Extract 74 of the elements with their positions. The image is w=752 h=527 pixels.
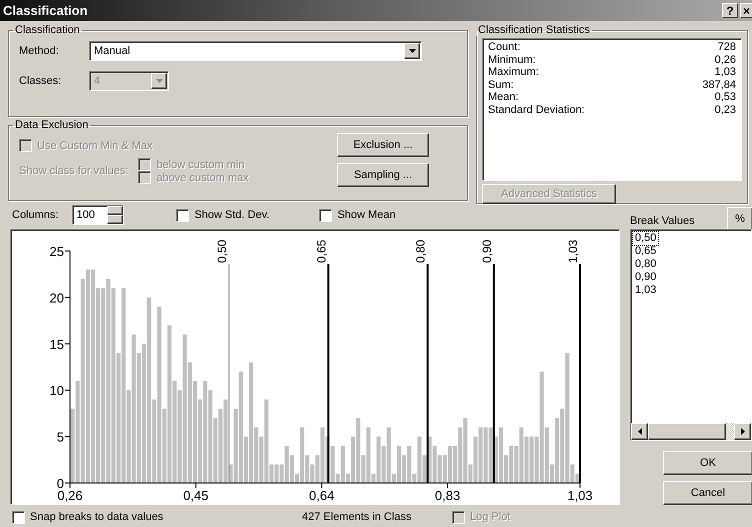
stat-label: Mean:	[488, 91, 519, 104]
elements-count-text: 427 Elements in Class	[302, 511, 412, 523]
horizontal-scrollbar[interactable]	[631, 423, 751, 440]
break-value-item[interactable]: 0,65	[633, 245, 658, 258]
stat-value: 1,03	[714, 66, 736, 78]
left-triangle-icon	[638, 428, 642, 435]
ok-button[interactable]: OK	[663, 451, 752, 475]
sampling-button[interactable]: Sampling ...	[337, 163, 429, 187]
y-tick-label: 15	[50, 336, 64, 352]
stat-label: Maximum:	[488, 66, 539, 78]
down-triangle-icon	[156, 79, 162, 83]
cancel-button[interactable]: Cancel	[663, 481, 752, 505]
stat-label: Minimum:	[488, 54, 536, 66]
method-label: Method:	[19, 45, 60, 57]
x-tick-label: 0,83	[434, 488, 460, 502]
window-title: Classification	[3, 3, 88, 18]
y-tick-label: 25	[50, 244, 64, 259]
y-tick-label: 10	[50, 383, 64, 398]
y-tick-label: 0	[56, 476, 64, 491]
checkbox-label: Snap breaks to data values	[30, 511, 164, 523]
group-title: Classification Statistics	[477, 24, 591, 36]
y-tick-label: 20	[50, 290, 64, 306]
break-value-item[interactable]: 1,03	[633, 284, 658, 297]
show-class-label: Show class for values:	[19, 165, 128, 177]
checkbox-label: below custom min	[156, 158, 244, 170]
break-line[interactable]	[492, 264, 495, 483]
scroll-right-button[interactable]	[734, 423, 751, 440]
stat-label: Sum:	[488, 78, 514, 91]
break-line[interactable]	[327, 264, 330, 483]
stat-label: Count:	[488, 41, 520, 54]
stat-value: 728	[718, 41, 736, 54]
checkbox[interactable]	[319, 208, 332, 222]
exclusion-button[interactable]: Exclusion ...	[337, 133, 429, 157]
break-value-item[interactable]: 0,80	[633, 258, 658, 271]
break-value-item[interactable]: 0,50	[633, 232, 658, 245]
checkbox-label: Show Mean	[337, 209, 396, 221]
stat-value: 0,53	[714, 91, 736, 104]
group-title: Classification	[14, 24, 81, 36]
x-tick-label: 1,03	[567, 488, 593, 502]
columns-label: Columns:	[12, 209, 58, 221]
x-tick-label: 0,64	[309, 488, 334, 502]
checkbox-label: Log Plot	[470, 511, 510, 523]
break-label: 1,03	[566, 240, 580, 263]
stat-label: Standard Deviation:	[488, 104, 585, 116]
checkbox[interactable]	[176, 208, 190, 222]
y-tick-label: 5	[56, 430, 64, 445]
help-button[interactable]: ?	[722, 3, 738, 18]
close-button[interactable]: ×	[740, 3, 752, 18]
break-label: 0,50	[214, 240, 229, 263]
scroll-left-button[interactable]	[631, 423, 648, 440]
break-label: 0,80	[414, 240, 428, 263]
checkbox-label: above custom max	[156, 172, 249, 184]
down-triangle-icon	[408, 49, 416, 53]
method-dropdown[interactable]: Manual	[89, 41, 422, 61]
group-title: Data Exclusion	[14, 119, 90, 131]
x-tick-label: 0,45	[183, 488, 208, 502]
checkbox[interactable]	[12, 510, 25, 524]
break-label: 0,90	[480, 240, 494, 263]
checkbox-label: Show Std. Dev.	[194, 209, 270, 221]
break-value-item[interactable]: 0,90	[633, 271, 658, 284]
stat-value: 387,84	[702, 78, 736, 91]
percent-button[interactable]: %	[727, 207, 752, 231]
checkbox-label: Use Custom Min & Max	[37, 140, 153, 152]
break-label: 0,65	[314, 240, 328, 263]
break-values-label: Break Values	[630, 215, 695, 227]
columns-spinner[interactable]: 100	[72, 205, 124, 225]
stat-value: 0,23	[714, 104, 736, 116]
classes-label: Classes:	[19, 75, 62, 87]
scroll-thumb[interactable]	[648, 423, 726, 440]
scroll-track[interactable]	[726, 423, 734, 440]
right-triangle-icon	[740, 428, 744, 435]
break-line[interactable]	[426, 264, 429, 483]
x-tick-label: 0,26	[57, 488, 83, 502]
stat-value: 0,26	[714, 54, 736, 66]
